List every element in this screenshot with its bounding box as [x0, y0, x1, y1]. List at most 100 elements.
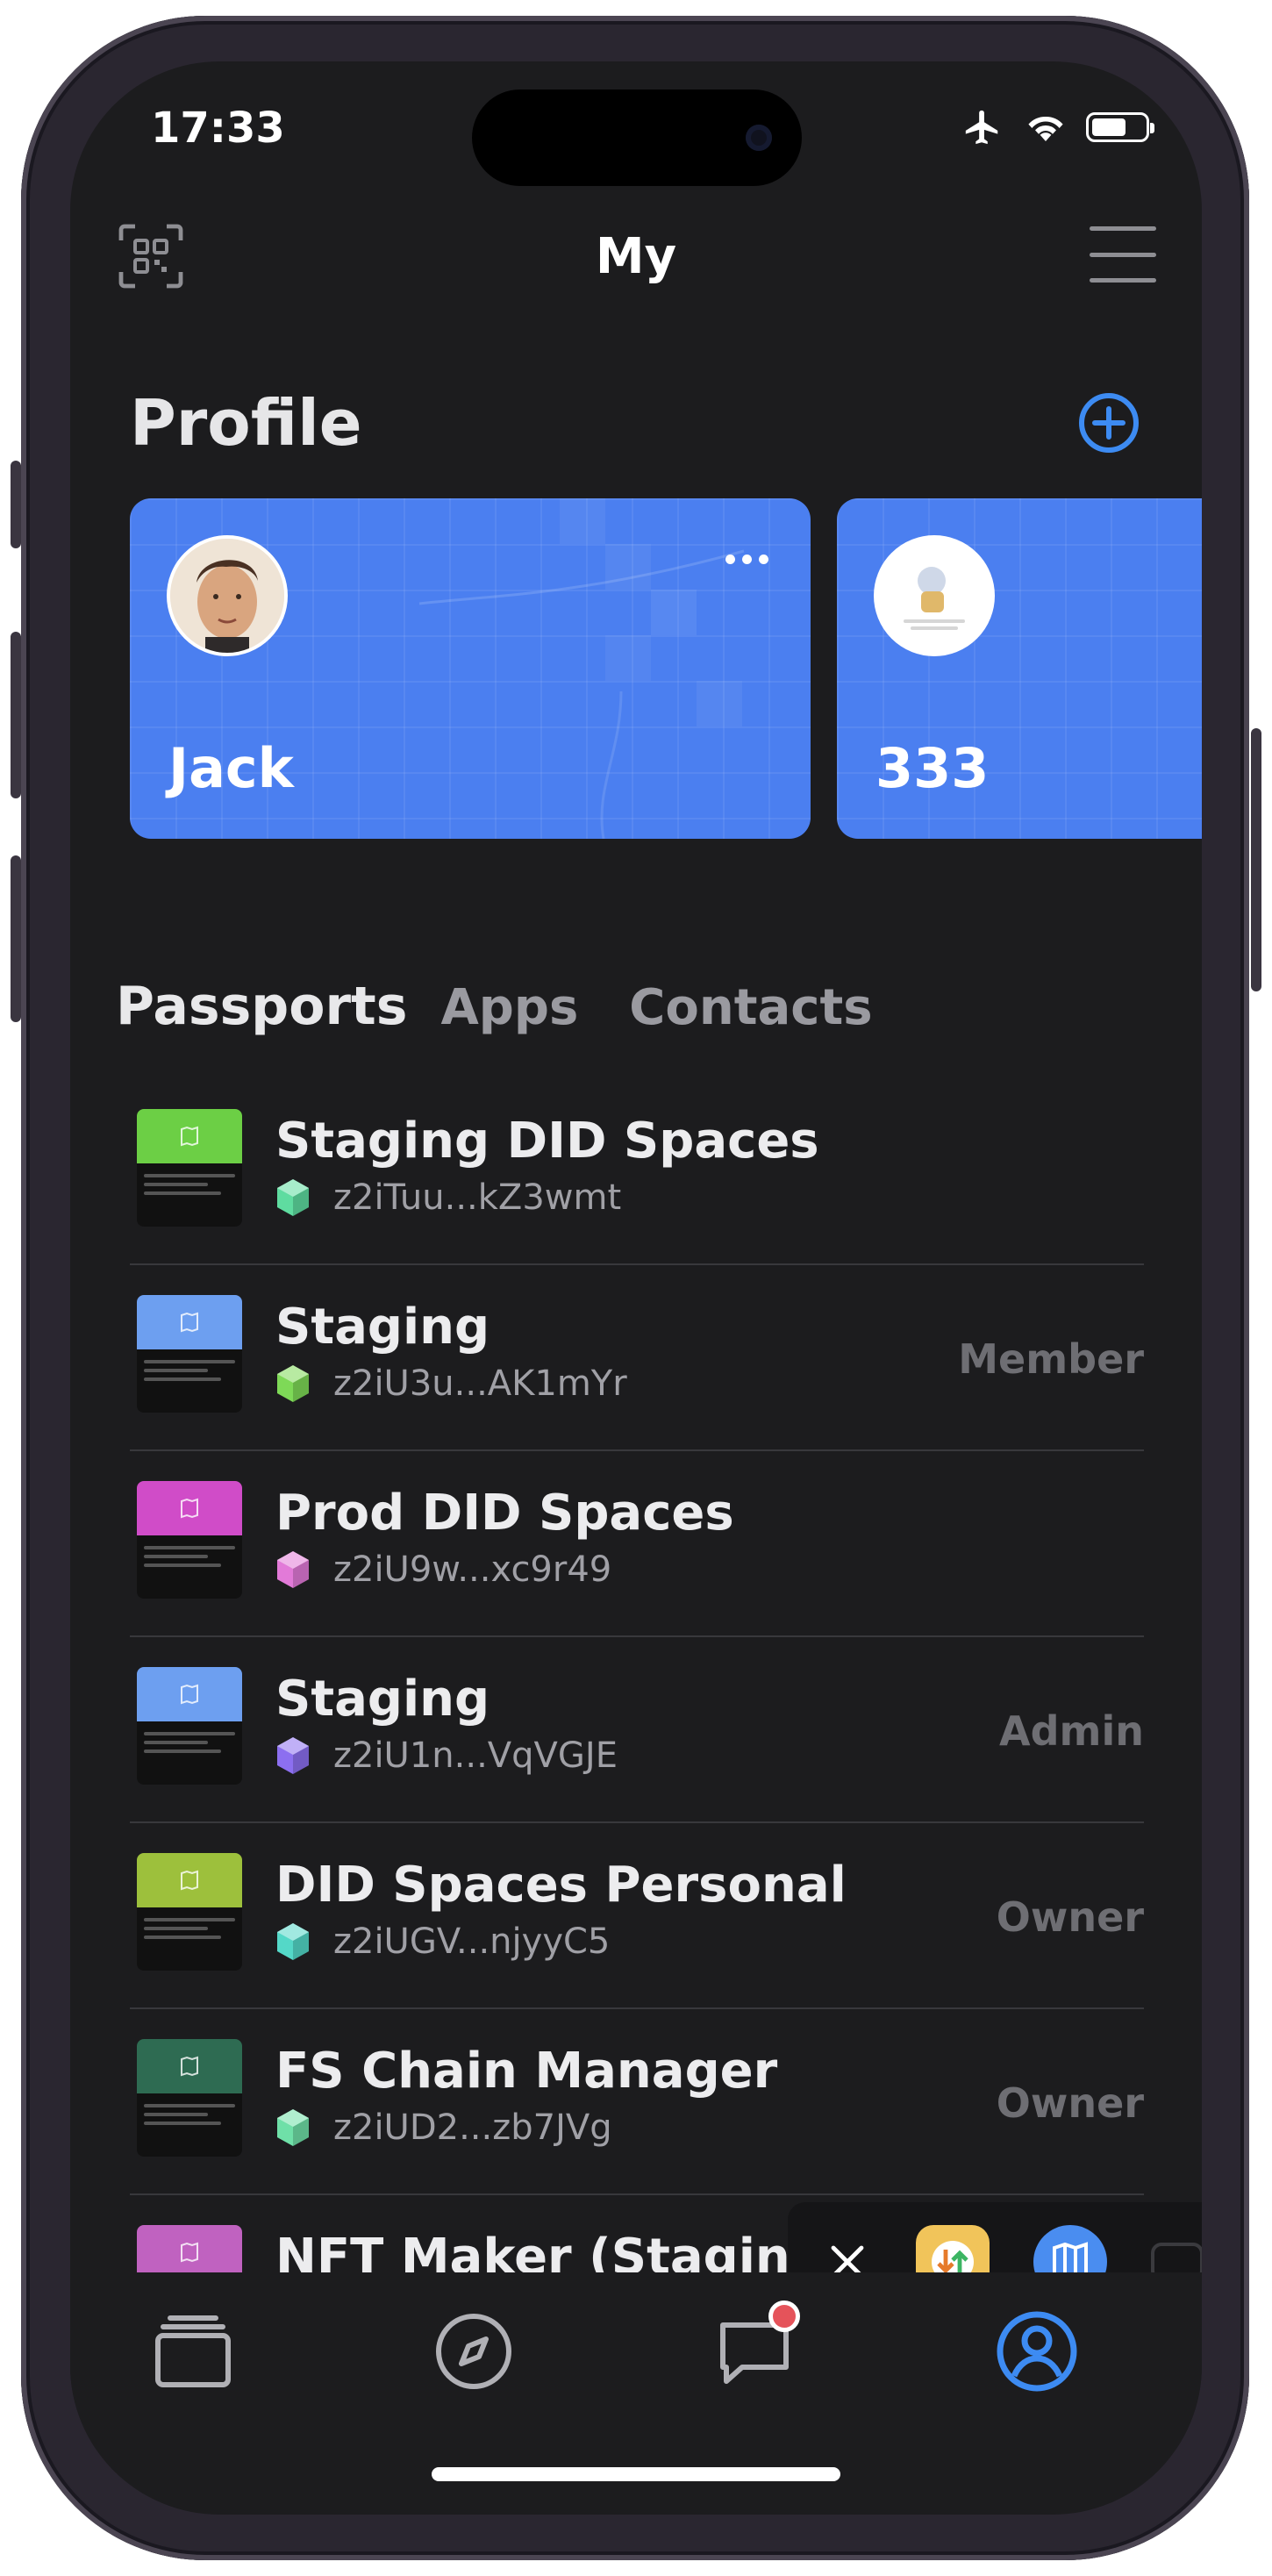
- passport-title: FS Chain Manager: [275, 2043, 778, 2100]
- compass-icon: [436, 2314, 511, 2389]
- passport-thumbnail: [137, 1295, 242, 1413]
- avatar-illustration: [877, 539, 991, 653]
- passport-thumbnail-details: [137, 1721, 242, 1764]
- passport-subtitle: z2iUGV...njyyC5: [275, 1921, 610, 1962]
- passport-title: Staging: [275, 1671, 490, 1728]
- did-gem-icon: [277, 1737, 309, 1774]
- dot: [725, 555, 735, 564]
- passport-thumbnail-top: [137, 1109, 242, 1163]
- section-tabs: Passports Apps Contacts: [116, 976, 924, 1037]
- passport-role: Admin: [999, 1707, 1144, 1755]
- passport-thumbnail: [137, 1109, 242, 1227]
- avatar-jack: [167, 535, 288, 656]
- passport-list: Staging DID Spaces z2iTuu...kZ3wmt Stagi…: [130, 1079, 1144, 2379]
- battery-icon: [1086, 112, 1154, 142]
- airplane-icon: [965, 110, 998, 145]
- passport-thumbnail-top: [137, 2039, 242, 2093]
- dot: [742, 555, 752, 564]
- dot: [759, 555, 768, 564]
- home-indicator[interactable]: [432, 2467, 840, 2481]
- passport-logo-icon: [181, 1312, 198, 1333]
- cards-stack-icon: [155, 2315, 231, 2387]
- passport-logo-icon: [181, 2056, 198, 2077]
- action-button: [11, 461, 21, 548]
- camera-icon: [746, 125, 772, 151]
- passport-subtitle: z2iTuu...kZ3wmt: [275, 1177, 621, 1218]
- profile-card-jack[interactable]: Jack: [130, 498, 811, 839]
- passport-title: Staging: [275, 1299, 490, 1356]
- profile-section-title: Profile: [130, 386, 362, 460]
- tab-my[interactable]: [993, 2308, 1081, 2395]
- passport-row[interactable]: Staging z2iU3u...AK1mYr Member: [130, 1265, 1144, 1451]
- user-circle-icon: [997, 2311, 1077, 2392]
- passport-thumbnail: [137, 2039, 242, 2157]
- passport-subtitle: z2iUD2...zb7JVg: [275, 2107, 612, 2148]
- passport-did: z2iTuu...kZ3wmt: [333, 1177, 622, 1218]
- passport-thumbnail-details: [137, 2093, 242, 2136]
- app-screen: 17:33 My Profile Jack 333 Passports Apps…: [70, 61, 1202, 2515]
- passport-logo-icon: [181, 1126, 198, 1147]
- tab-contacts[interactable]: Contacts: [629, 979, 872, 1036]
- did-gem-icon: [277, 1179, 309, 1216]
- passport-row[interactable]: Staging DID Spaces z2iTuu...kZ3wmt: [130, 1079, 1144, 1265]
- card-more-button[interactable]: [725, 555, 768, 564]
- passport-thumbnail: [137, 1667, 242, 1785]
- passport-row[interactable]: FS Chain Manager z2iUD2...zb7JVg Owner: [130, 2009, 1144, 2195]
- volume-down-button: [11, 855, 21, 1022]
- passport-thumbnail-details: [137, 1535, 242, 1578]
- passport-did: z2iU3u...AK1mYr: [333, 1363, 627, 1404]
- passport-title: Staging DID Spaces: [275, 1113, 819, 1170]
- status-icons: [960, 107, 1154, 147]
- passport-thumbnail: [137, 1853, 242, 1971]
- did-gem-icon: [277, 1923, 309, 1960]
- passport-thumbnail-details: [137, 1907, 242, 1950]
- tab-explore[interactable]: [430, 2308, 518, 2395]
- did-gem-icon: [277, 1551, 309, 1588]
- avatar-333: [874, 535, 995, 656]
- tab-passports[interactable]: Passports: [116, 976, 407, 1037]
- passport-thumbnail-top: [137, 1481, 242, 1535]
- menu-button[interactable]: [1090, 226, 1156, 283]
- passport-did: z2iU1n...VqVGJE: [333, 1735, 618, 1776]
- passport-did: z2iUD2...zb7JVg: [333, 2107, 612, 2148]
- passport-logo-icon: [181, 1684, 198, 1705]
- passport-role: Member: [958, 1335, 1144, 1383]
- menu-line: [1090, 252, 1156, 257]
- passport-row[interactable]: Staging z2iU1n...VqVGJE Admin: [130, 1637, 1144, 1823]
- passport-role: Owner: [996, 1893, 1144, 1941]
- passport-thumbnail-top: [137, 2225, 242, 2279]
- passport-title: DID Spaces Personal: [275, 1857, 847, 1914]
- did-gem-icon: [277, 1365, 309, 1402]
- avatar-portrait: [170, 539, 284, 653]
- passport-thumbnail-details: [137, 1349, 242, 1392]
- tab-cards[interactable]: [149, 2308, 237, 2395]
- menu-line: [1090, 226, 1156, 231]
- passport-logo-icon: [181, 1870, 198, 1891]
- profile-card-333[interactable]: 333: [837, 498, 1202, 839]
- wifi-icon: [1028, 116, 1063, 141]
- bottom-tab-bar: [70, 2272, 1202, 2448]
- profile-name: Jack: [168, 736, 294, 800]
- page-title: My: [595, 228, 677, 285]
- passport-row[interactable]: DID Spaces Personal z2iUGV...njyyC5 Owne…: [130, 1823, 1144, 2009]
- notification-badge: [768, 2301, 800, 2332]
- passport-thumbnail: [137, 1481, 242, 1599]
- passport-role: Owner: [996, 2079, 1144, 2127]
- profile-name: 333: [875, 736, 990, 800]
- add-profile-button[interactable]: [1077, 391, 1140, 454]
- passport-thumbnail-details: [137, 1163, 242, 1206]
- tab-messages[interactable]: [711, 2301, 800, 2395]
- passport-title: Prod DID Spaces: [275, 1485, 734, 1542]
- dynamic-island: [472, 89, 802, 186]
- tab-apps[interactable]: Apps: [440, 979, 578, 1036]
- passport-row[interactable]: Prod DID Spaces z2iU9w...xc9r49: [130, 1451, 1144, 1637]
- status-time: 17:33: [151, 104, 285, 153]
- passport-did: z2iU9w...xc9r49: [333, 1549, 612, 1590]
- volume-up-button: [11, 632, 21, 798]
- menu-line: [1090, 278, 1156, 283]
- passport-logo-icon: [181, 2242, 198, 2263]
- passport-thumbnail-top: [137, 1295, 242, 1349]
- passport-did: z2iUGV...njyyC5: [333, 1921, 611, 1962]
- passport-logo-icon: [181, 1498, 198, 1519]
- power-button: [1251, 728, 1261, 991]
